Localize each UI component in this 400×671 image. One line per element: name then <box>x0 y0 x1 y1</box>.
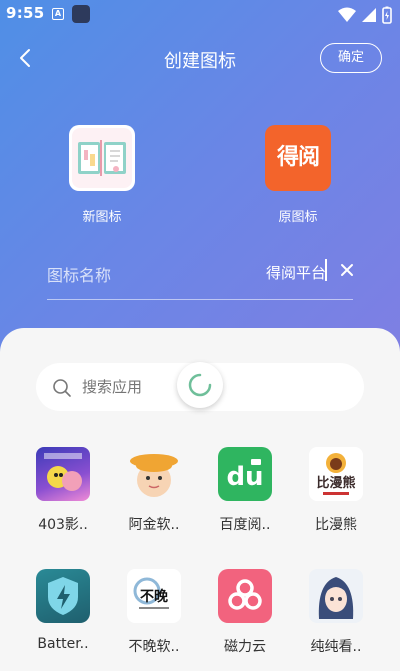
app-label: 比漫熊 <box>315 517 357 533</box>
name-field-underline <box>47 299 353 300</box>
cartoon-hat-kid-icon <box>127 447 181 501</box>
app-item-403[interactable]: 403影.. <box>18 447 108 534</box>
wifi-icon <box>338 7 356 22</box>
svg-text:du: du <box>226 462 263 492</box>
loading-spinner <box>177 362 223 408</box>
app-item-buwan[interactable]: 不晚 不晚软.. <box>109 569 199 656</box>
app-label: 百度阅.. <box>219 517 271 533</box>
a-notification-icon: A <box>52 8 64 20</box>
anime-girl-icon <box>309 569 363 623</box>
status-bar: 9:55 A <box>0 0 400 30</box>
search-icon <box>53 379 71 397</box>
text-caret <box>325 259 327 281</box>
spongebob-movie-icon <box>36 447 90 501</box>
app-item-battery[interactable]: Batter.. <box>18 569 108 652</box>
app-label: 阿金软.. <box>128 517 180 533</box>
app-item-ajin[interactable]: 阿金软.. <box>109 447 199 534</box>
original-icon-preview[interactable]: 得阅 <box>265 125 331 191</box>
app-label: 403影.. <box>38 517 88 533</box>
status-icons <box>338 6 392 24</box>
confirm-button[interactable]: 确定 <box>320 43 382 73</box>
battery-icon <box>382 6 392 24</box>
app-item-magnet-cloud[interactable]: 磁力云 <box>200 569 290 656</box>
clear-icon[interactable] <box>339 262 355 278</box>
app-item-chunchun[interactable]: 纯纯看.. <box>291 569 381 656</box>
bimanxiong-logo-icon: 比漫熊 <box>309 447 363 501</box>
battery-shield-icon <box>36 569 90 623</box>
svg-text:不晚: 不晚 <box>140 588 168 605</box>
new-icon-preview[interactable] <box>69 125 135 191</box>
signal-icon <box>362 8 376 22</box>
app-label: 磁力云 <box>224 639 266 655</box>
svg-text:比漫熊: 比漫熊 <box>316 475 355 491</box>
app-item-baidu-reader[interactable]: du 百度阅.. <box>200 447 290 534</box>
status-time: 9:55 <box>6 4 45 22</box>
app-item-bimanxiong[interactable]: 比漫熊 比漫熊 <box>291 447 381 534</box>
original-icon-label: 原图标 <box>278 210 318 225</box>
baidu-du-icon: du <box>218 447 272 501</box>
app-label: 纯纯看.. <box>310 639 362 655</box>
app-label: 不晚软.. <box>128 639 180 655</box>
new-icon-label: 新图标 <box>82 210 122 225</box>
open-book-icon <box>72 128 132 188</box>
buwan-logo-icon: 不晚 <box>127 569 181 623</box>
app-label: Batter.. <box>37 636 89 652</box>
app-notification-icon <box>72 5 90 23</box>
icon-name-input[interactable]: 得阅平台 <box>266 262 326 283</box>
icon-name-label: 图标名称 <box>47 266 112 285</box>
magnet-cloud-icon <box>218 569 272 623</box>
